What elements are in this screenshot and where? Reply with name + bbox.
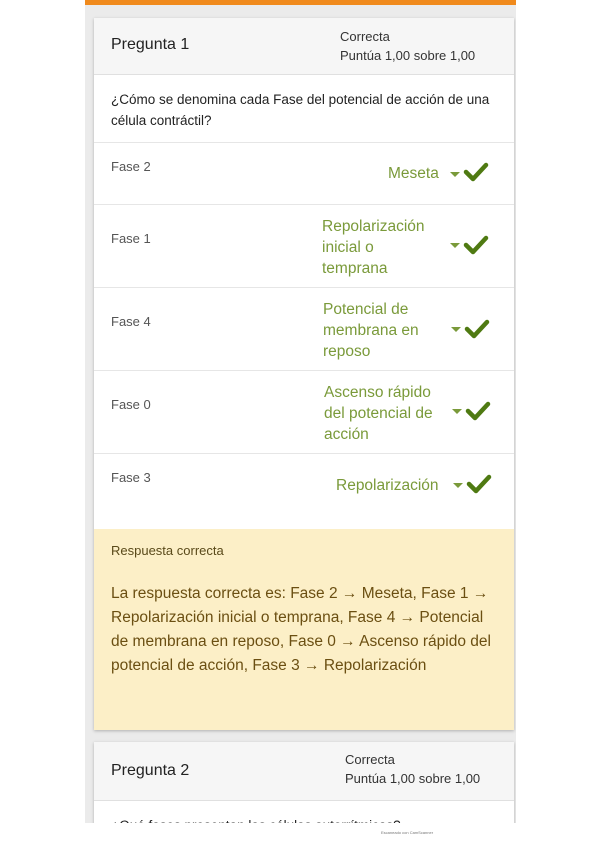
question-status: Correcta Puntúa 1,00 sobre 1,00 [340,27,475,65]
match-row-fase-0: Fase 0 Ascenso rápido del potencial de a… [94,371,514,454]
caret-down-icon[interactable] [450,243,460,248]
row-label: Fase 1 [111,231,151,246]
answer-select[interactable]: Ascenso rápido del potencial de acción [324,382,450,445]
caret-down-icon[interactable] [452,409,462,414]
feedback-title: Respuesta correcta [111,543,224,558]
match-row-fase-2: Fase 2 Meseta [94,143,514,205]
quiz-column: Pregunta 1 Correcta Puntúa 1,00 sobre 1,… [85,0,516,823]
check-icon [466,474,492,494]
check-icon [464,319,490,339]
row-label: Fase 3 [111,470,151,485]
question-status: Correcta Puntúa 1,00 sobre 1,00 [345,750,480,788]
question-text: ¿Cómo se denomina cada Fase del potencia… [94,75,514,143]
question-text: ¿Qué fases presentan las células autorrí… [94,801,514,823]
question-number: Pregunta 2 [111,762,190,779]
row-label: Fase 2 [111,159,151,174]
answer-select[interactable]: Repolarización [336,475,439,496]
check-icon [465,401,491,421]
question-number: Pregunta 1 [111,36,190,53]
question-header: Pregunta 2 Correcta Puntúa 1,00 sobre 1,… [94,742,514,801]
check-icon [463,235,489,255]
row-label: Fase 4 [111,314,151,329]
top-accent-bar [85,0,516,5]
caret-down-icon[interactable] [453,483,463,488]
score-text: Puntúa 1,00 sobre 1,00 [345,771,481,786]
question-header: Pregunta 1 Correcta Puntúa 1,00 sobre 1,… [94,18,514,75]
caret-down-icon[interactable] [451,327,461,332]
answer-select[interactable]: Repolarización inicial o temprana [322,216,442,279]
feedback-panel: Respuesta correcta La respuesta correcta… [94,529,514,730]
status-text: Correcta [340,29,390,44]
caret-down-icon[interactable] [450,172,460,177]
match-row-fase-3: Fase 3 Repolarización [94,454,514,515]
status-text: Correcta [345,752,395,767]
score-text: Puntúa 1,00 sobre 1,00 [340,48,476,63]
question-card-1: Pregunta 1 Correcta Puntúa 1,00 sobre 1,… [94,18,514,730]
question-card-2: Pregunta 2 Correcta Puntúa 1,00 sobre 1,… [94,742,514,823]
row-label: Fase 0 [111,397,151,412]
check-icon [463,162,489,182]
feedback-text: La respuesta correcta es: Fase 2 → Meset… [111,585,491,674]
answer-select[interactable]: Potencial de membrana en reposo [323,299,441,362]
answer-select[interactable]: Meseta [388,163,439,184]
scanner-watermark: Escaneado con CamScanner [381,830,434,835]
match-row-fase-4: Fase 4 Potencial de membrana en reposo [94,288,514,371]
match-row-fase-1: Fase 1 Repolarización inicial o temprana [94,205,514,288]
